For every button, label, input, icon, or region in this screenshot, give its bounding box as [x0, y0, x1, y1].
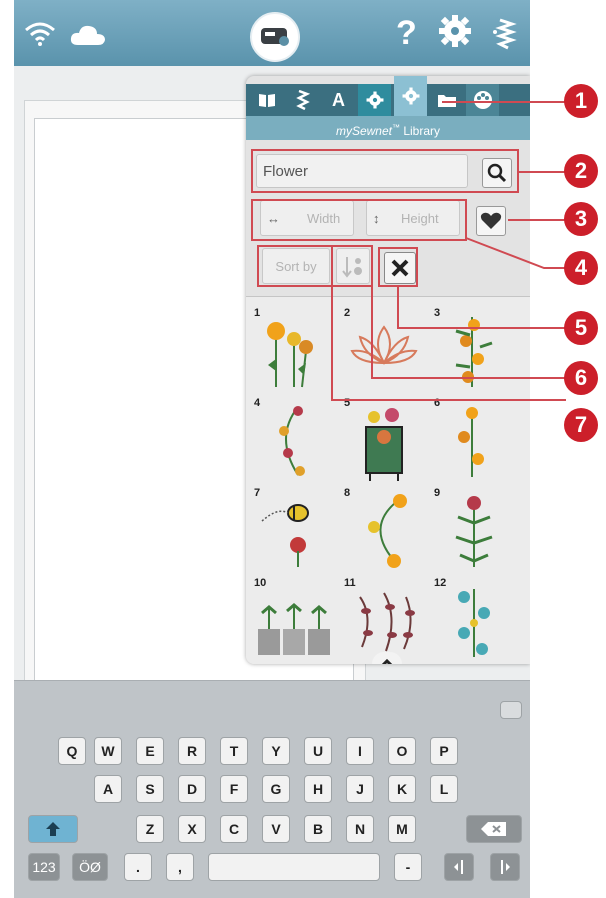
callout-4: 4	[564, 251, 598, 285]
callout-1: 1	[564, 84, 598, 118]
sort-direction-highlight-box	[331, 245, 373, 287]
clear-filter-highlight-box	[378, 247, 418, 287]
callout-2: 2	[564, 154, 598, 188]
leader-line-7	[331, 286, 566, 401]
leader-line-4	[465, 237, 566, 269]
leader-line-5	[397, 286, 566, 329]
callout-7: 7	[564, 408, 598, 442]
callout-leader-lines	[251, 101, 566, 401]
sort-highlight-box	[257, 245, 333, 287]
leader-line-6	[371, 286, 566, 379]
callout-3: 3	[564, 202, 598, 236]
callout-5: 5	[564, 311, 598, 345]
dimensions-highlight-box	[251, 199, 467, 241]
callout-6: 6	[564, 361, 598, 395]
search-highlight-box	[251, 149, 519, 193]
